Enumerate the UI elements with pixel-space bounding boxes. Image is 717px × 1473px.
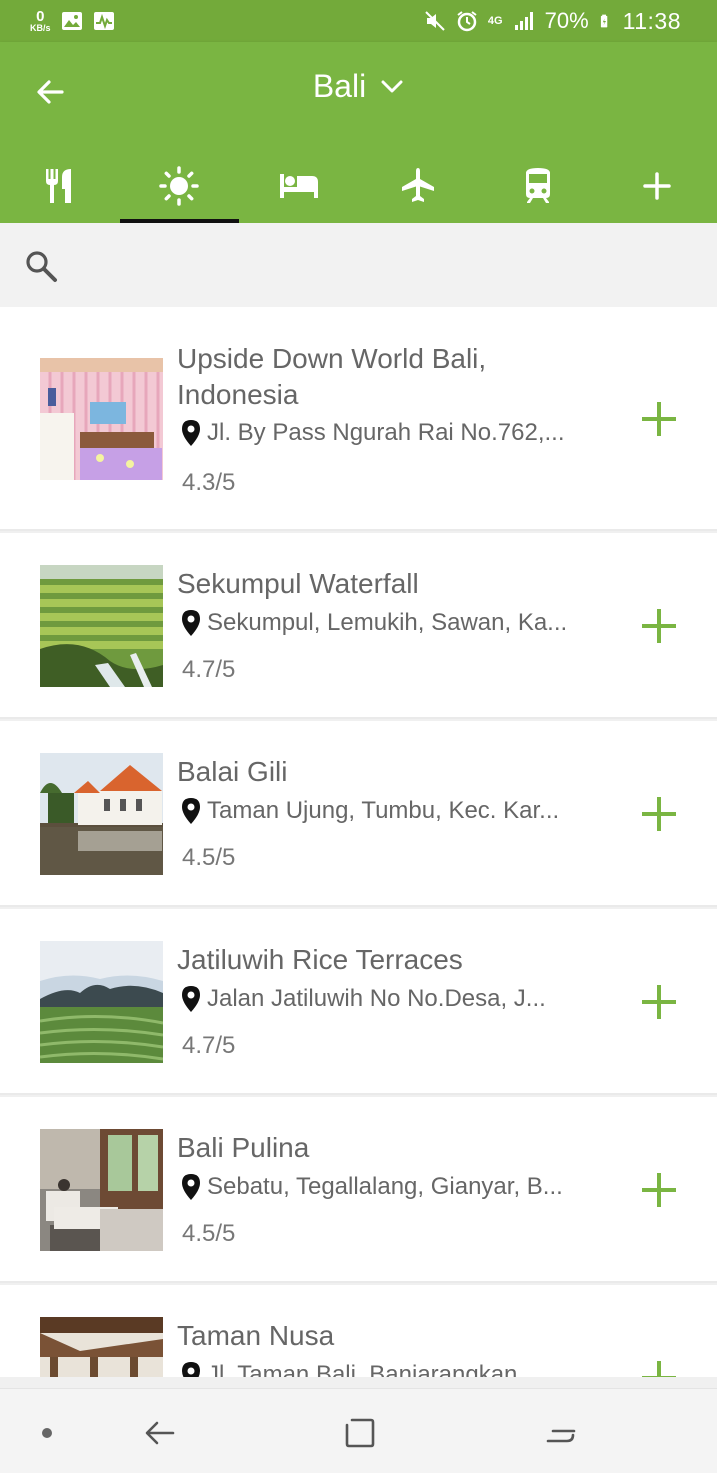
place-rating: 4.5/5 bbox=[182, 844, 236, 871]
place-title: Balai Gili bbox=[177, 756, 288, 787]
activity-icon bbox=[93, 12, 114, 30]
screen: 0 KB/s 4G 70% 11:38 Bali Upside Down Wor… bbox=[0, 0, 717, 1473]
alarm-icon bbox=[457, 11, 477, 32]
dot-icon bbox=[42, 1428, 52, 1438]
nav-back-button[interactable] bbox=[142, 1415, 178, 1451]
train-icon bbox=[525, 167, 550, 203]
nav-dot-button[interactable] bbox=[29, 1415, 65, 1451]
place-title: Bali Pulina bbox=[177, 1132, 310, 1163]
system-nav-bar bbox=[0, 1388, 717, 1473]
search-icon[interactable] bbox=[24, 249, 58, 283]
tab-flights[interactable] bbox=[359, 148, 479, 223]
category-tabs bbox=[0, 148, 717, 223]
battery-icon bbox=[600, 14, 607, 28]
place-address-text: Taman Ujung, Tumbu, Kec. Kar... bbox=[207, 797, 560, 824]
status-left: 0 KB/s bbox=[30, 9, 115, 33]
list-item[interactable]: Balai Gili Taman Ujung, Tumbu, Kec. Kar.… bbox=[0, 721, 717, 907]
place-address-text: Jl. By Pass Ngurah Rai No.762,... bbox=[207, 419, 565, 446]
airplane-icon bbox=[402, 167, 435, 202]
place-address: Jl. By Pass Ngurah Rai No.762,... bbox=[181, 419, 601, 447]
place-address-text: Sebatu, Tegallalang, Gianyar, B... bbox=[207, 1173, 563, 1200]
place-title: Jatiluwih Rice Terraces bbox=[177, 944, 463, 975]
place-address-text: Jalan Jatiluwih No No.Desa, J... bbox=[207, 985, 546, 1012]
place-thumbnail bbox=[40, 565, 163, 687]
page-title: Bali bbox=[312, 68, 367, 104]
tab-hotels[interactable] bbox=[239, 148, 359, 223]
place-title: Taman Nusa bbox=[177, 1320, 335, 1351]
signal-icon bbox=[514, 12, 533, 30]
add-place-button[interactable] bbox=[638, 1357, 680, 1377]
nav-recents-button[interactable] bbox=[543, 1415, 579, 1451]
location-pin-icon bbox=[182, 986, 200, 1012]
place-rating: 4.7/5 bbox=[182, 656, 236, 683]
place-address: Sebatu, Tegallalang, Gianyar, B... bbox=[181, 1173, 601, 1201]
plus-icon bbox=[643, 171, 671, 200]
network-speed-value: 0 bbox=[36, 8, 45, 25]
place-thumbnail bbox=[40, 1317, 163, 1377]
add-place-button[interactable] bbox=[638, 793, 680, 835]
add-place-button[interactable] bbox=[638, 605, 680, 647]
network-type: 4G bbox=[487, 15, 503, 27]
place-thumbnail bbox=[40, 358, 163, 480]
tab-attractions[interactable] bbox=[119, 148, 240, 223]
list-item[interactable]: Taman Nusa Jl. Taman Bali, Banjarangkan,… bbox=[0, 1285, 717, 1377]
chevron-down-icon bbox=[381, 80, 403, 92]
tab-add[interactable] bbox=[598, 148, 717, 223]
nav-home-button[interactable] bbox=[342, 1415, 378, 1451]
place-thumbnail bbox=[40, 1129, 163, 1251]
location-pin-icon bbox=[182, 798, 200, 824]
place-thumbnail bbox=[40, 753, 163, 875]
add-place-button[interactable] bbox=[638, 1169, 680, 1211]
location-pin-icon bbox=[182, 420, 200, 446]
place-address-text: Jl. Taman Bali, Banjarangkan,... bbox=[207, 1361, 545, 1377]
place-address-text: Sekumpul, Lemukih, Sawan, Ka... bbox=[207, 609, 568, 636]
clock: 11:38 bbox=[622, 7, 681, 34]
add-place-button[interactable] bbox=[638, 398, 680, 440]
restaurant-icon bbox=[45, 168, 71, 203]
tab-transport[interactable] bbox=[478, 148, 598, 223]
network-speed-unit: KB/s bbox=[30, 23, 51, 33]
sun-icon bbox=[159, 165, 199, 206]
mute-icon bbox=[425, 11, 445, 31]
list-item[interactable]: Sekumpul Waterfall Sekumpul, Lemukih, Sa… bbox=[0, 533, 717, 719]
destination-selector[interactable]: Bali bbox=[0, 68, 717, 105]
place-address: Taman Ujung, Tumbu, Kec. Kar... bbox=[181, 797, 601, 825]
place-thumbnail bbox=[40, 941, 163, 1063]
place-rating: 4.7/5 bbox=[182, 1032, 236, 1059]
place-title: Upside Down World Bali, Indonesia bbox=[177, 343, 487, 410]
place-address: Jl. Taman Bali, Banjarangkan,... bbox=[181, 1361, 601, 1377]
add-place-button[interactable] bbox=[638, 981, 680, 1023]
bed-icon bbox=[279, 173, 318, 198]
home-square-icon bbox=[345, 1418, 375, 1448]
recents-icon bbox=[546, 1429, 576, 1443]
gallery-icon bbox=[61, 12, 82, 30]
place-title: Sekumpul Waterfall bbox=[177, 568, 419, 599]
location-pin-icon bbox=[182, 1174, 200, 1200]
list-item[interactable]: Upside Down World Bali, Indonesia Jl. By… bbox=[0, 307, 717, 531]
location-pin-icon bbox=[182, 610, 200, 636]
place-rating: 4.5/5 bbox=[182, 1220, 236, 1247]
list-item[interactable]: Bali Pulina Sebatu, Tegallalang, Gianyar… bbox=[0, 1097, 717, 1283]
place-address: Sekumpul, Lemukih, Sawan, Ka... bbox=[181, 609, 601, 637]
place-address: Jalan Jatiluwih No No.Desa, J... bbox=[181, 985, 601, 1013]
nav-back-icon bbox=[145, 1421, 175, 1445]
location-pin-icon bbox=[182, 1362, 200, 1377]
status-right: 4G 70% 11:38 bbox=[424, 8, 681, 35]
tab-restaurants[interactable] bbox=[0, 148, 120, 223]
status-bar: 0 KB/s 4G 70% 11:38 bbox=[0, 0, 717, 42]
search-bar[interactable] bbox=[0, 223, 717, 307]
battery-percent: 70% bbox=[544, 8, 589, 33]
network-speed: 0 KB/s bbox=[30, 9, 51, 33]
places-list: Upside Down World Bali, Indonesia Jl. By… bbox=[0, 307, 717, 1377]
app-bar: Bali bbox=[0, 42, 717, 223]
list-item[interactable]: Jatiluwih Rice Terraces Jalan Jatiluwih … bbox=[0, 909, 717, 1095]
place-rating: 4.3/5 bbox=[182, 469, 236, 496]
